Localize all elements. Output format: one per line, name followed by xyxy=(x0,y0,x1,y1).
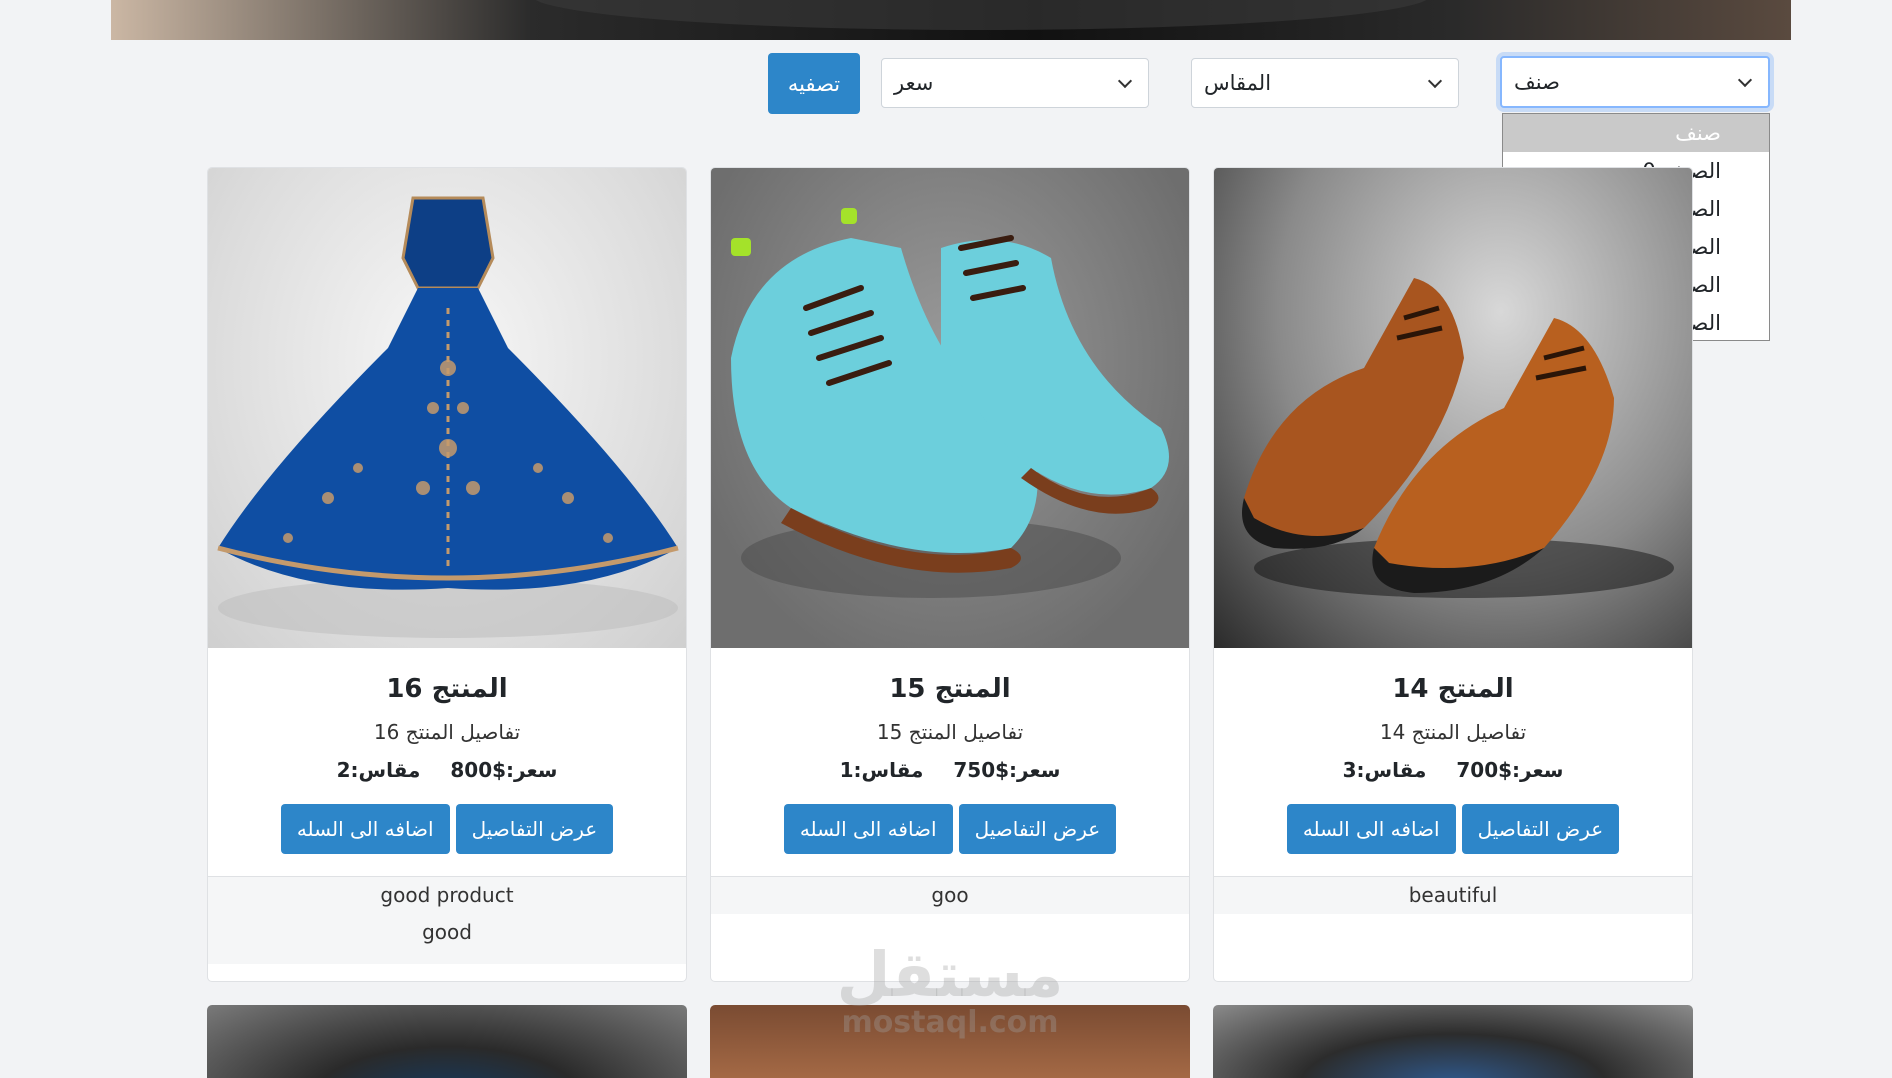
product-image-dress[interactable] xyxy=(208,168,686,648)
price-select-label: سعر xyxy=(894,71,934,95)
product-reviews: beautiful xyxy=(1214,876,1692,964)
product-details: تفاصيل المنتج 14 xyxy=(1379,720,1527,744)
category-option[interactable]: صنف xyxy=(1503,114,1769,152)
add-to-cart-button[interactable]: اضافه الى السله xyxy=(280,804,450,854)
product-image-blue-shoes[interactable] xyxy=(711,168,1189,648)
review-text: beautiful xyxy=(1408,883,1498,907)
add-to-cart-button[interactable]: اضافه الى السله xyxy=(783,804,953,854)
product-image-brown-shoes[interactable] xyxy=(1214,168,1692,648)
product-image-shirt[interactable] xyxy=(207,1005,687,1078)
category-select[interactable]: صنف xyxy=(1500,56,1770,108)
review-text: good xyxy=(422,920,472,944)
view-details-button[interactable]: عرض التفاصيل xyxy=(958,804,1117,854)
product-title: المنتج 16 xyxy=(386,674,508,704)
view-details-button[interactable]: عرض التفاصيل xyxy=(1461,804,1620,854)
product-price: سعر:$800 xyxy=(450,758,558,782)
product-size: مقاس:3 xyxy=(1342,758,1427,782)
shoes-illustration xyxy=(1242,278,1674,598)
hero-banner-image xyxy=(111,0,1791,40)
watermark-logo: مستقل mostaql.com xyxy=(830,938,1070,1041)
watermark-latin: mostaql.com xyxy=(841,1005,1059,1040)
product-card: المنتج 14 تفاصيل المنتج 14 سعر:$700 مقاس… xyxy=(1213,167,1693,982)
size-select[interactable]: المقاس xyxy=(1191,58,1459,108)
product-size: مقاس:1 xyxy=(839,758,924,782)
price-select[interactable]: سعر xyxy=(881,58,1149,108)
shoes-illustration xyxy=(731,208,1169,598)
add-to-cart-button[interactable]: اضافه الى السله xyxy=(1286,804,1456,854)
product-size: مقاس:2 xyxy=(336,758,421,782)
category-select-label: صنف xyxy=(1514,70,1560,94)
product-details: تفاصيل المنتج 15 xyxy=(876,720,1024,744)
product-reviews: good product good xyxy=(208,876,686,964)
review-text: good product xyxy=(380,883,514,907)
product-card: المنتج 15 تفاصيل المنتج 15 سعر:$750 مقاس… xyxy=(710,167,1190,982)
apply-filter-button[interactable]: تصفيه xyxy=(768,53,860,114)
dress-illustration xyxy=(217,196,679,638)
product-image-suit[interactable] xyxy=(1213,1005,1693,1078)
watermark-arabic: مستقل xyxy=(836,938,1064,1011)
product-price: سعر:$700 xyxy=(1456,758,1564,782)
review-text: goo xyxy=(931,883,969,907)
chevron-down-icon xyxy=(1427,73,1443,89)
view-details-button[interactable]: عرض التفاصيل xyxy=(455,804,614,854)
size-select-label: المقاس xyxy=(1204,71,1272,95)
chevron-down-icon xyxy=(1117,73,1133,89)
product-details: تفاصيل المنتج 16 xyxy=(373,720,521,744)
chevron-down-icon xyxy=(1737,72,1753,88)
product-card: المنتج 16 تفاصيل المنتج 16 سعر:$800 مقاس… xyxy=(207,167,687,982)
product-title: المنتج 15 xyxy=(889,674,1011,704)
product-price: سعر:$750 xyxy=(953,758,1061,782)
product-title: المنتج 14 xyxy=(1392,674,1514,704)
